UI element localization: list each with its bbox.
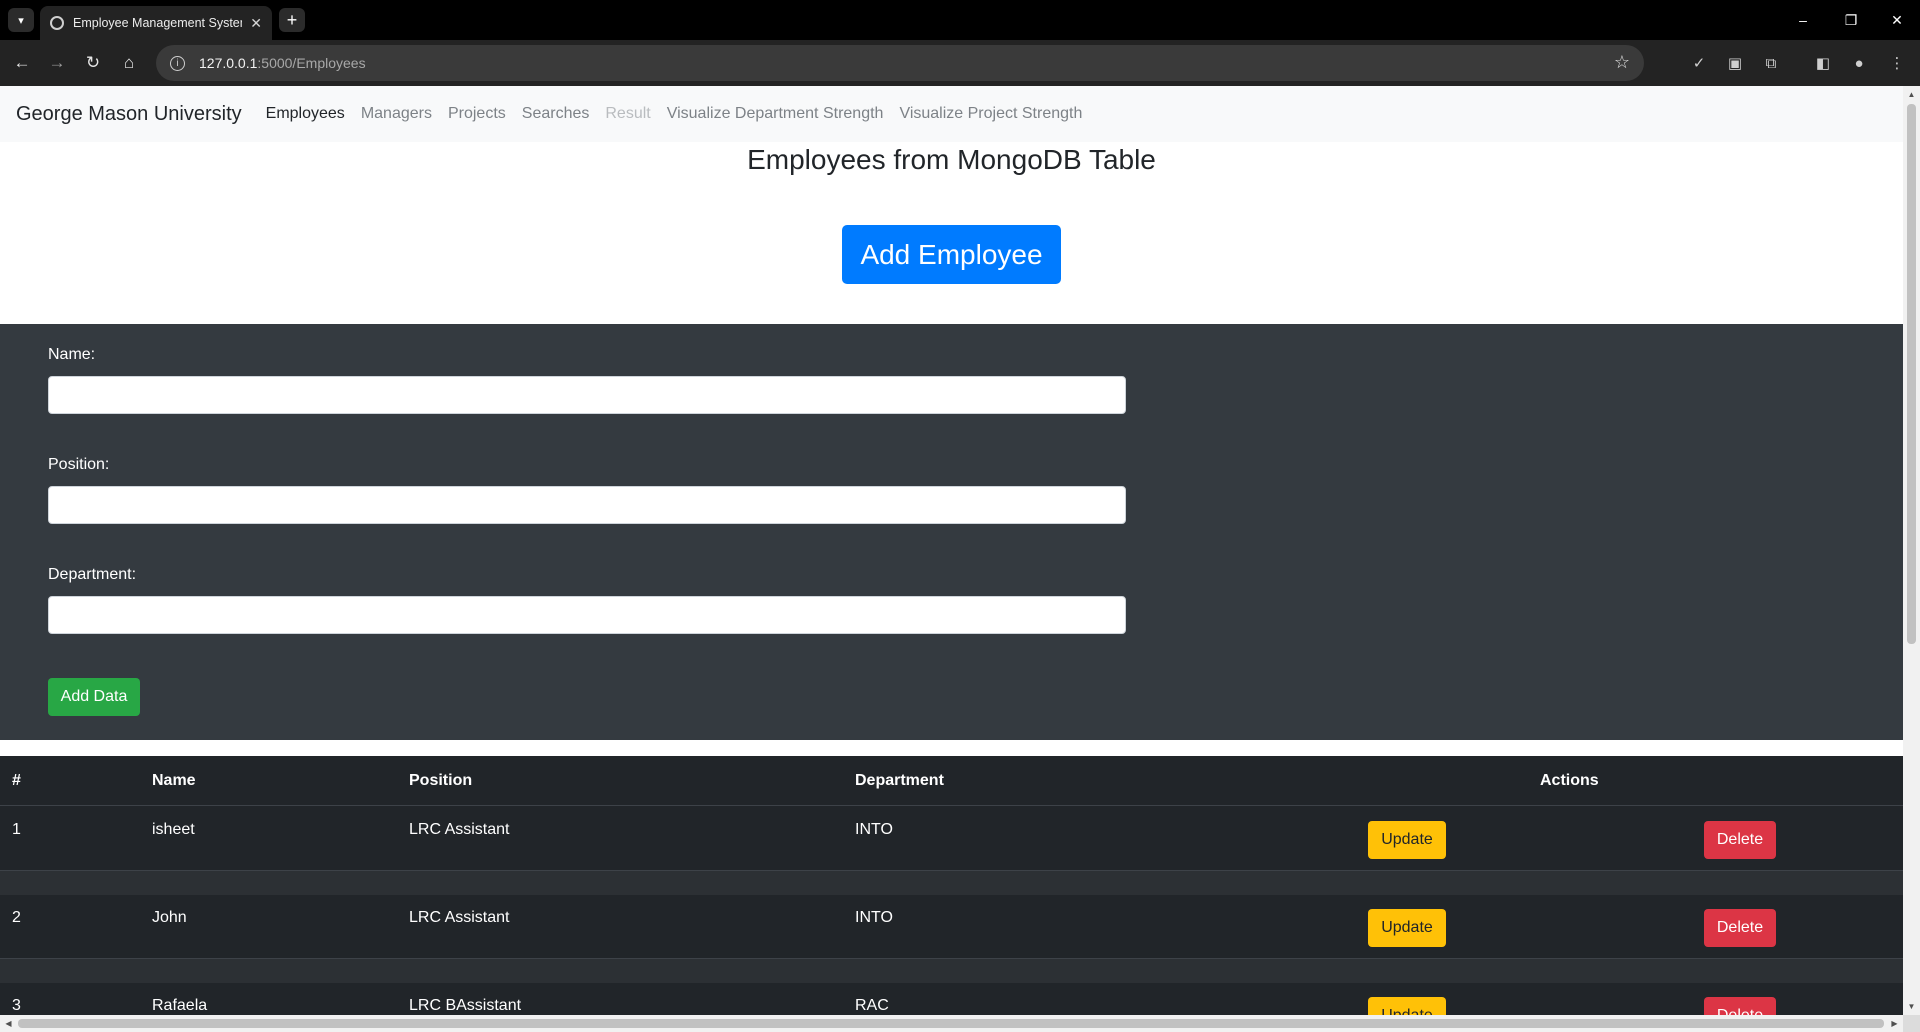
cell-name: John (152, 909, 187, 926)
globe-icon (50, 16, 64, 30)
delete-button[interactable]: Delete (1704, 821, 1776, 859)
horizontal-scroll-thumb[interactable] (18, 1019, 1884, 1028)
add-data-button[interactable]: Add Data (48, 678, 140, 716)
nav-result: Result (605, 105, 651, 122)
cell-position: LRC Assistant (409, 909, 510, 926)
profile-avatar-icon[interactable]: ● (1848, 52, 1870, 74)
scroll-right-icon[interactable]: ▶ (1886, 1015, 1903, 1032)
top-navbar: George Mason University Employees Manage… (0, 86, 1903, 142)
vertical-scrollbar[interactable]: ▲ ▼ (1903, 86, 1920, 1015)
menu-kebab-icon[interactable]: ⋮ (1886, 52, 1908, 74)
position-label: Position: (48, 456, 110, 473)
side-panel-icon[interactable]: ◧ (1812, 52, 1834, 74)
header-department: Department (855, 772, 944, 789)
nav-projects[interactable]: Projects (448, 105, 506, 123)
address-bar[interactable]: i 127.0.0.1:5000/Employees ☆ (156, 45, 1644, 81)
department-label: Department: (48, 566, 137, 583)
delete-button[interactable]: Delete (1704, 997, 1776, 1015)
header-name: Name (152, 772, 196, 789)
nav-searches[interactable]: Searches (522, 105, 590, 123)
employees-table: # Name Position Department Actions 1 ish… (0, 756, 1903, 1015)
new-tab-button[interactable]: + (279, 8, 305, 32)
header-position: Position (409, 772, 473, 789)
forward-icon[interactable]: → (44, 50, 70, 76)
brand-link[interactable]: George Mason University (16, 103, 242, 126)
cell-name: Rafaela (152, 997, 208, 1014)
department-input[interactable] (48, 596, 1126, 634)
horizontal-scrollbar[interactable]: ◀ ▶ (0, 1015, 1903, 1032)
cell-position: LRC Assistant (409, 821, 510, 838)
tab-close-icon[interactable]: ✕ (250, 15, 262, 32)
name-input[interactable] (48, 376, 1126, 414)
employee-form: Name: Position: Department: Add Data (0, 324, 1903, 740)
url-path: :5000/Employees (257, 55, 366, 71)
header-actions: Actions (1540, 772, 1599, 789)
tab-search-button[interactable]: ▾ (8, 8, 34, 32)
browser-tab-bar: ▾ Employee Management System ✕ + – ❐ ✕ (0, 0, 1920, 40)
cell-department: INTO (855, 909, 893, 926)
page-viewport: George Mason University Employees Manage… (0, 86, 1903, 1015)
nav-employees[interactable]: Employees (266, 105, 345, 123)
url-host: 127.0.0.1 (199, 55, 258, 71)
cell-name: isheet (152, 821, 195, 838)
back-icon[interactable]: ← (9, 50, 35, 76)
table-header: # Name Position Department Actions (0, 756, 1903, 806)
cell-position: LRC BAssistant (409, 997, 522, 1014)
vertical-scroll-thumb[interactable] (1907, 104, 1916, 644)
check-extension-icon[interactable]: ✓ (1688, 52, 1710, 74)
restore-icon[interactable]: ❐ (1836, 8, 1866, 32)
update-button[interactable]: Update (1368, 909, 1446, 947)
update-button[interactable]: Update (1368, 821, 1446, 859)
extension-icon[interactable]: ▣ (1724, 52, 1746, 74)
add-employee-button[interactable]: Add Employee (842, 225, 1061, 284)
nav-visualize-department[interactable]: Visualize Department Strength (667, 105, 884, 123)
bookmark-star-icon[interactable]: ☆ (1614, 52, 1630, 73)
scroll-left-icon[interactable]: ◀ (0, 1015, 17, 1032)
close-window-icon[interactable]: ✕ (1882, 8, 1912, 32)
scroll-up-icon[interactable]: ▲ (1903, 86, 1920, 103)
minimize-icon[interactable]: – (1788, 8, 1818, 32)
nav-managers[interactable]: Managers (361, 105, 432, 123)
cell-index: 1 (12, 821, 21, 838)
table-row: 2 John LRC Assistant INTO Update Delete (0, 895, 1903, 959)
browser-toolbar: ← → ↻ ⌂ i 127.0.0.1:5000/Employees ☆ ✓ ▣… (0, 40, 1920, 86)
reload-icon[interactable]: ↻ (80, 50, 106, 76)
home-icon[interactable]: ⌂ (116, 50, 142, 76)
position-input[interactable] (48, 486, 1126, 524)
table-row: 1 isheet LRC Assistant INTO Update Delet… (0, 807, 1903, 871)
header-index: # (12, 772, 21, 789)
table-row: 3 Rafaela LRC BAssistant RAC Update Dele… (0, 983, 1903, 1015)
delete-button[interactable]: Delete (1704, 909, 1776, 947)
cell-department: INTO (855, 821, 893, 838)
scroll-down-icon[interactable]: ▼ (1903, 998, 1920, 1015)
cell-index: 2 (12, 909, 21, 926)
nav-visualize-project[interactable]: Visualize Project Strength (899, 105, 1082, 123)
row-spacer (0, 959, 1903, 983)
scrollbar-corner (1903, 1015, 1920, 1032)
cell-index: 3 (12, 997, 21, 1014)
tab-title: Employee Management System (73, 16, 243, 30)
browser-tab[interactable]: Employee Management System ✕ (40, 6, 272, 40)
page-title: Employees from MongoDB Table (747, 144, 1156, 175)
name-label: Name: (48, 346, 96, 363)
cell-department: RAC (855, 997, 889, 1014)
row-spacer (0, 871, 1903, 895)
extensions-puzzle-icon[interactable]: ⧉ (1760, 52, 1782, 74)
update-button[interactable]: Update (1368, 997, 1446, 1015)
site-info-icon[interactable]: i (170, 55, 185, 71)
